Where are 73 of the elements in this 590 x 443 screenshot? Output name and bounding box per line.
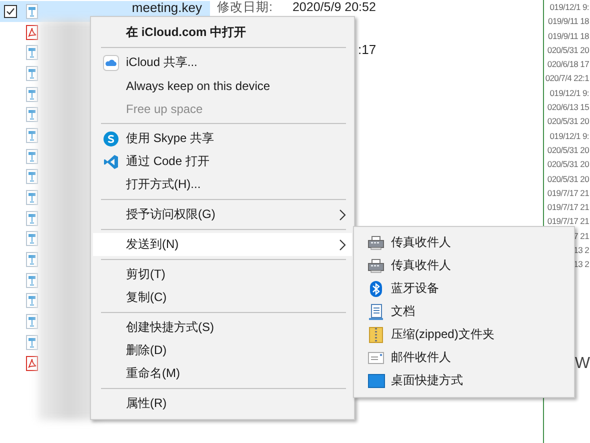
presentation-file-icon (26, 252, 38, 268)
bluetooth-icon (370, 280, 382, 296)
date-cell-text: 020/6/13 15 (547, 101, 590, 114)
pdf-file-icon (26, 24, 38, 40)
menu-item[interactable]: 文档 (356, 300, 572, 323)
date-cell-text: 020/6/18 17 (547, 58, 590, 72)
presentation-file-icon (26, 4, 38, 19)
menu-item[interactable]: 邮件收件人 (356, 346, 572, 369)
skype-icon (103, 130, 119, 146)
date-cell-text: 13 2 (574, 258, 590, 272)
menu-item[interactable]: 压缩(zipped)文件夹 (356, 323, 572, 346)
date-fragment: :17 (358, 42, 376, 57)
presentation-file-icon (26, 334, 38, 350)
menu-item[interactable]: 桌面快捷方式 (356, 369, 572, 392)
menu-item[interactable]: 删除(D) (93, 339, 352, 362)
presentation-file-icon (26, 231, 38, 246)
date-cell-text: 020/5/31 20 (547, 144, 590, 157)
menu-item[interactable]: 发送到(N) (93, 233, 352, 256)
menu-item[interactable]: 传真收件人 (356, 231, 572, 254)
cloud-icon (103, 54, 119, 70)
document-icon (369, 304, 383, 320)
modified-date: 2020/5/9 20:52 (292, 0, 376, 14)
presentation-file-icon (26, 272, 38, 288)
date-cell-text: 020/7/4 22:1 (545, 72, 590, 86)
menu-item[interactable]: 打开方式(H)... (93, 173, 352, 196)
presentation-file-icon (26, 86, 38, 102)
date-cell-text: 020/5/31 20 (547, 158, 590, 172)
fax-icon (368, 258, 384, 272)
menu-item[interactable]: 使用 Skype 共享 (93, 127, 352, 150)
date-cell-text: 019/12/1 9: (550, 130, 590, 143)
code-editor-icon (103, 154, 119, 170)
file-name: meeting.key (132, 1, 202, 15)
date-cell-text: 019/9/11 18 (548, 15, 590, 28)
date-cell-text: 019/12/1 9: (550, 86, 590, 100)
date-cell-text: 019/9/11 18 (548, 30, 590, 43)
date-cell-text: 020/5/31 20 (547, 44, 590, 57)
presentation-file-icon (26, 148, 38, 164)
date-cell-text: 019/7/17 21 (547, 201, 590, 214)
presentation-file-icon (26, 45, 38, 60)
menu-item[interactable]: 复制(C) (93, 286, 352, 309)
menu-item[interactable]: 属性(R) (93, 392, 352, 415)
menu-item[interactable]: 传真收件人 (356, 254, 572, 277)
presentation-file-icon (26, 210, 38, 226)
checkbox[interactable] (4, 4, 17, 18)
preview-text: W (574, 355, 590, 373)
desktop-icon (368, 374, 384, 388)
presentation-file-icon (26, 169, 38, 184)
presentation-file-icon (26, 190, 38, 206)
date-cell-text: 020/5/31 20 (547, 115, 590, 128)
menu-item[interactable]: 授予访问权限(G) (93, 203, 352, 226)
menu-item[interactable]: 蓝牙设备 (356, 277, 572, 300)
presentation-file-icon (26, 107, 38, 122)
date-cell-text: 019/7/17 21 (547, 186, 590, 200)
presentation-file-icon (26, 314, 38, 330)
modified-date-label: 修改日期: (217, 0, 272, 14)
menu-item[interactable]: 剪切(T) (93, 263, 352, 286)
fax-icon (368, 236, 384, 250)
date-cell-text: 020/5/31 20 (547, 172, 590, 186)
menu-item[interactable]: 在 iCloud.com 中打开 (93, 21, 352, 44)
date-cell-text: 13 2 (574, 244, 590, 258)
menu-item[interactable]: Always keep on this device (93, 74, 352, 97)
zip-folder-icon (369, 326, 383, 342)
presentation-file-icon (26, 293, 38, 308)
menu-item[interactable]: 通过 Code 打开 (93, 150, 352, 173)
pdf-file-icon (26, 356, 38, 371)
date-cell-text: 019/12/1 9: (550, 1, 590, 14)
menu-item[interactable]: 创建快捷方式(S) (93, 316, 352, 339)
presentation-file-icon (26, 66, 38, 81)
envelope-icon (368, 352, 384, 364)
menu-item[interactable]: 重命名(M) (93, 362, 352, 385)
presentation-file-icon (26, 128, 38, 143)
date-cell-text: 019/7/17 21 (547, 215, 590, 228)
menu-item[interactable]: iCloud 共享... (93, 51, 352, 74)
